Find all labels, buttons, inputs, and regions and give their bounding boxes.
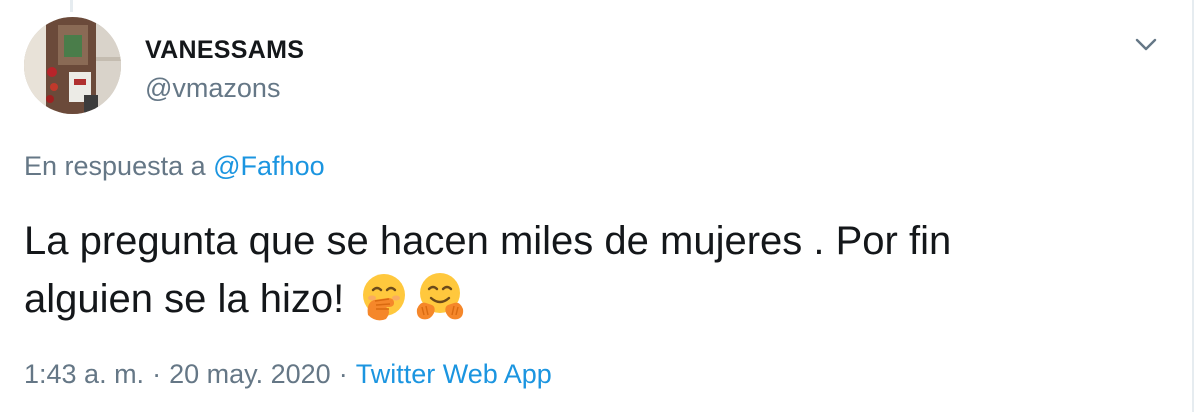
tweet-text-line-1: La pregunta que se hacen miles de mujere…	[24, 219, 952, 263]
chevron-down-icon	[1135, 38, 1157, 51]
display-name[interactable]: VANESSAMS	[145, 35, 304, 65]
thread-connector-line	[70, 0, 73, 12]
tweet-text: La pregunta que se hacen miles de mujere…	[24, 212, 1154, 328]
meta-separator: ·	[152, 359, 162, 389]
tweet-metadata: 1:43 a. m. · 20 may. 2020 · Twitter Web App	[24, 357, 552, 391]
tweet-text-line-2-text: alguien se la hizo!	[24, 277, 345, 321]
hugging-face-emoji-icon	[417, 273, 464, 320]
avatar-photo-icon	[24, 17, 121, 114]
tweet-text-line-2: alguien se la hizo!	[24, 270, 1154, 328]
reply-prefix: En respuesta a	[24, 151, 206, 181]
avatar[interactable]	[24, 17, 121, 114]
reply-mention-link[interactable]: @Fafhoo	[213, 151, 324, 181]
tweet-date[interactable]: 20 may. 2020	[169, 359, 331, 389]
reply-context: En respuesta a @Fafhoo	[24, 150, 325, 182]
tweet-source-link[interactable]: Twitter Web App	[356, 359, 552, 389]
face-with-hand-over-mouth-emoji-icon	[363, 274, 406, 321]
user-handle[interactable]: @vmazons	[145, 72, 280, 104]
meta-separator: ·	[338, 359, 348, 389]
tweet-menu-button[interactable]	[1130, 31, 1162, 59]
tweet-time[interactable]: 1:43 a. m.	[24, 359, 144, 389]
tweet-card: VANESSAMS @vmazons En respuesta a @Fafho…	[0, 0, 1194, 412]
